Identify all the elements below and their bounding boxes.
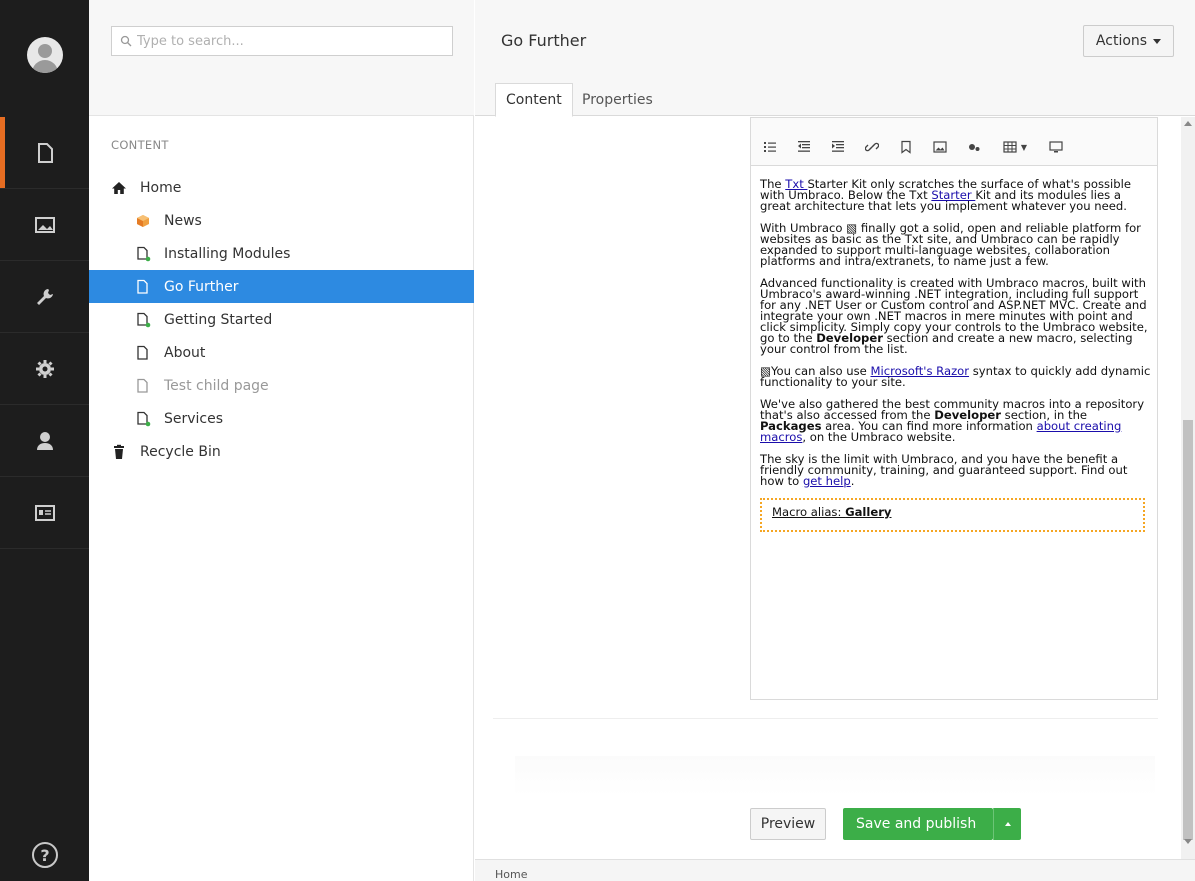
rte-paragraph: ▧You can also use Microsoft's Razor synt… xyxy=(760,364,1151,389)
doc-child-icon xyxy=(135,246,151,262)
rte-toolbar-clipped-row xyxy=(751,118,1157,126)
doc-icon xyxy=(135,279,151,295)
user-icon xyxy=(36,431,53,450)
scrollbar-thumb[interactable] xyxy=(1183,420,1193,840)
rich-text-editor[interactable]: ▼ The Txt Starter Kit only scratches the… xyxy=(750,117,1158,700)
section-developer[interactable] xyxy=(0,333,89,405)
tree-node-label: News xyxy=(164,212,202,229)
doc-child-icon xyxy=(135,411,151,427)
image-insert-icon[interactable] xyxy=(929,136,951,158)
scroll-up-arrow-icon[interactable] xyxy=(1184,121,1192,126)
tree-node-label: Getting Started xyxy=(164,311,273,328)
link-icon[interactable] xyxy=(861,136,883,158)
editor-panel: Go Further Actions Content Properties ▼ xyxy=(475,0,1195,881)
trash-icon xyxy=(111,444,127,460)
tree-node-label: About xyxy=(164,344,206,361)
tree-node-getting-started[interactable]: Getting Started xyxy=(89,303,474,336)
search-input[interactable] xyxy=(137,33,437,49)
actions-label: Actions xyxy=(1095,33,1148,49)
editor-scrollbar[interactable] xyxy=(1181,117,1195,859)
help-icon: ? xyxy=(40,845,50,865)
search-box[interactable] xyxy=(111,26,453,56)
tree-node-news[interactable]: News xyxy=(89,204,474,237)
gear-icon xyxy=(35,359,54,378)
divider xyxy=(515,756,1155,796)
rte-toolbar: ▼ xyxy=(751,118,1157,166)
rte-paragraph: The Txt Starter Kit only scratches the s… xyxy=(760,177,1131,213)
numbered-list-icon[interactable] xyxy=(759,136,781,158)
help-button[interactable]: ? xyxy=(32,842,58,868)
section-media[interactable] xyxy=(0,189,89,261)
umbraco-backoffice: ? CONTENT Home News Installing Modules G… xyxy=(0,0,1195,881)
image-icon xyxy=(34,216,55,233)
rte-paragraph: Advanced functionality is created with U… xyxy=(760,276,1148,356)
tree-node-services[interactable]: Services xyxy=(89,402,474,435)
scroll-down-arrow-icon[interactable] xyxy=(1184,839,1192,844)
table-icon[interactable]: ▼ xyxy=(997,136,1033,158)
tree-node-label: Go Further xyxy=(164,278,239,295)
breadcrumb[interactable]: Home xyxy=(495,868,527,881)
wrench-icon xyxy=(36,288,53,305)
get-help-link[interactable]: get help xyxy=(803,474,851,488)
tree-node-label: Services xyxy=(164,410,224,427)
doc-icon xyxy=(135,378,151,394)
tree-node-label: Home xyxy=(140,179,182,196)
tree-node-label: Recycle Bin xyxy=(140,443,221,460)
caret-up-icon xyxy=(1004,822,1011,826)
page-name[interactable]: Go Further xyxy=(501,31,586,50)
indent-icon[interactable] xyxy=(827,136,849,158)
actions-button[interactable]: Actions xyxy=(1083,25,1174,57)
search-icon xyxy=(120,35,132,47)
tree-node-recycle-bin[interactable]: Recycle Bin xyxy=(89,435,474,468)
doc-icon xyxy=(135,345,151,361)
caret-down-icon xyxy=(1153,38,1162,44)
content-tree-panel: CONTENT Home News Installing Modules Go … xyxy=(89,0,474,881)
anchor-icon[interactable] xyxy=(895,136,917,158)
section-content[interactable] xyxy=(0,117,89,189)
doc-child-icon xyxy=(135,312,151,328)
section-users[interactable] xyxy=(0,405,89,477)
id-card-icon xyxy=(34,504,55,521)
tree-node-test-child-page[interactable]: Test child page xyxy=(89,369,474,402)
tree-header xyxy=(89,0,474,116)
news-cube-icon xyxy=(135,213,151,229)
tree-node-about[interactable]: About xyxy=(89,336,474,369)
editor-header: Go Further Actions Content Properties xyxy=(475,0,1195,117)
rte-paragraph: With Umbraco ▧ finally got a solid, open… xyxy=(760,221,1141,268)
editor-action-bar: Preview Save and publish xyxy=(493,796,1178,858)
tree-heading: CONTENT xyxy=(111,138,169,152)
rte-paragraph: The sky is the limit with Umbraco, and y… xyxy=(760,452,1128,488)
outdent-icon[interactable] xyxy=(793,136,815,158)
tree-node-go-further[interactable]: Go Further xyxy=(89,270,474,303)
document-icon xyxy=(37,142,53,163)
section-members[interactable] xyxy=(0,477,89,549)
macro-placeholder[interactable]: Macro alias: Gallery xyxy=(760,498,1145,532)
publish-options-button[interactable] xyxy=(993,808,1021,840)
embed-icon[interactable] xyxy=(1045,136,1067,158)
editor-footer: Home xyxy=(475,859,1195,881)
tab-properties[interactable]: Properties xyxy=(572,83,663,117)
macro-icon[interactable] xyxy=(963,136,985,158)
section-sidebar: ? xyxy=(0,0,89,881)
save-and-publish-button[interactable]: Save and publish xyxy=(843,808,993,840)
tree-node-home[interactable]: Home xyxy=(89,171,474,204)
tree-node-label: Installing Modules xyxy=(164,245,291,262)
home-icon xyxy=(111,180,127,196)
user-avatar[interactable] xyxy=(27,37,63,73)
rte-content[interactable]: The Txt Starter Kit only scratches the s… xyxy=(760,177,1152,532)
tree-node-label: Test child page xyxy=(164,377,269,394)
section-settings[interactable] xyxy=(0,261,89,333)
preview-button[interactable]: Preview xyxy=(750,808,826,840)
tab-content[interactable]: Content xyxy=(495,83,573,117)
rte-paragraph: We've also gathered the best community m… xyxy=(760,397,1145,444)
tree-node-installing-modules[interactable]: Installing Modules xyxy=(89,237,474,270)
divider xyxy=(493,718,1158,719)
